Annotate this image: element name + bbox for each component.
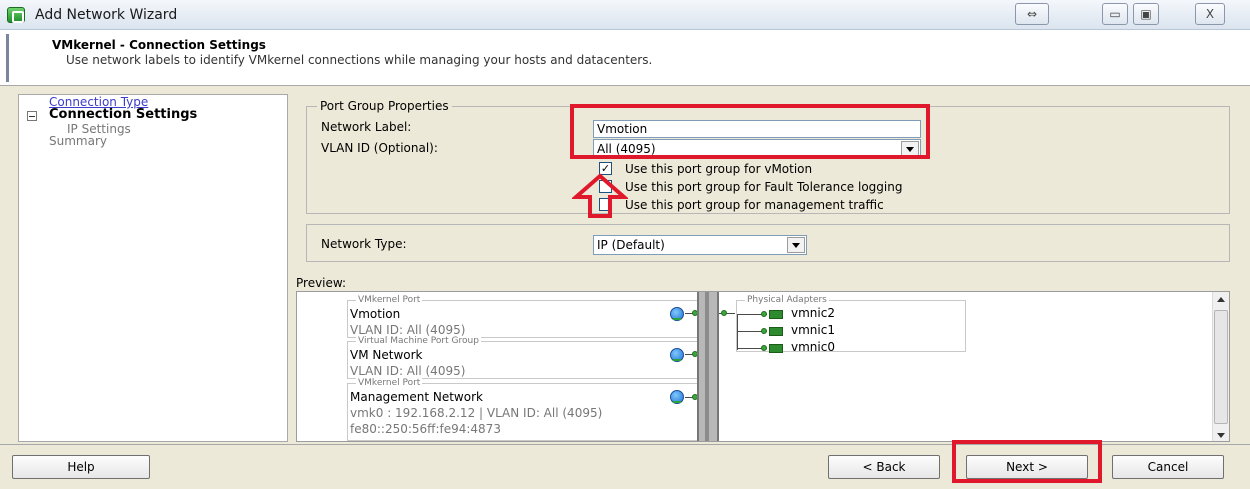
page-subtitle: Use network labels to identify VMkernel … <box>66 53 653 67</box>
management-traffic-checkbox-label: Use this port group for management traff… <box>625 198 884 212</box>
port-group-legend: Virtual Machine Port Group <box>356 336 481 346</box>
nic-label: vmnic1 <box>791 323 835 337</box>
nic-label: vmnic0 <box>791 340 835 354</box>
port-group-properties-legend: Port Group Properties <box>317 99 452 113</box>
port-group-legend: VMkernel Port <box>356 295 423 305</box>
port-group-vlan: VLAN ID: All (4095) <box>350 323 466 337</box>
nav-step-summary: Summary <box>49 134 107 148</box>
preview-scrollbar[interactable] <box>1212 292 1229 441</box>
network-globe-icon <box>670 348 684 362</box>
port-dot <box>761 328 767 334</box>
wizard-header: VMkernel - Connection Settings Use netwo… <box>0 30 1250 86</box>
wizard-app-icon <box>7 7 25 23</box>
wizard-steps-nav: Connection Type Connection Settings IP S… <box>18 94 288 442</box>
network-type-group: Network Type: IP (Default) <box>306 224 1230 262</box>
scroll-thumb[interactable] <box>1214 310 1228 424</box>
network-globe-icon <box>670 390 684 404</box>
swap-panes-button[interactable]: ⇔ <box>1015 3 1049 25</box>
port-dot <box>761 345 767 351</box>
annotation-highlight-box <box>570 104 930 159</box>
nic-icon <box>769 310 783 319</box>
port-group-vlan: VLAN ID: All (4095) <box>350 364 466 378</box>
minimize-button[interactable]: ▭ <box>1102 3 1128 25</box>
nic-icon <box>769 327 783 336</box>
nic-label: vmnic2 <box>791 306 835 320</box>
port-group-ip: vmk0 : 192.168.2.12 | VLAN ID: All (4095… <box>350 406 603 420</box>
preview-label: Preview: <box>296 276 347 290</box>
vlan-id-caption: VLAN ID (Optional): <box>321 141 438 155</box>
network-label-caption: Network Label: <box>321 120 412 134</box>
network-preview: VMkernel Port Vmotion VLAN ID: All (4095… <box>296 291 1230 442</box>
network-type-value: IP (Default) <box>597 238 665 252</box>
port-group-legend: VMkernel Port <box>356 378 423 388</box>
connector-line <box>737 314 738 350</box>
nav-step-connection-settings: Connection Settings <box>49 107 198 122</box>
port-group-ipv6: fe80::250:56ff:fe94:4873 <box>350 422 501 436</box>
title-bar: Add Network Wizard ⇔ ▭ ▣ X <box>0 0 1250 30</box>
port-group-vm-network: Virtual Machine Port Group VM Network VL… <box>347 336 699 379</box>
fault-tolerance-checkbox-label: Use this port group for Fault Tolerance … <box>625 180 903 194</box>
port-dot <box>721 310 727 316</box>
network-type-caption: Network Type: <box>321 237 407 251</box>
physical-adapters-group: Physical Adapters vmnic2 vmnic1 vmnic0 <box>736 295 966 354</box>
page-title: VMkernel - Connection Settings <box>52 38 266 52</box>
back-button[interactable]: < Back <box>828 455 940 479</box>
port-group-vmotion: VMkernel Port Vmotion VLAN ID: All (4095… <box>347 295 699 338</box>
scroll-up-icon[interactable] <box>1217 297 1225 302</box>
window-title: Add Network Wizard <box>35 7 178 23</box>
maximize-button[interactable]: ▣ <box>1133 3 1159 25</box>
port-dot <box>761 311 767 317</box>
port-group-management-network: VMkernel Port Management Network vmk0 : … <box>347 378 699 441</box>
network-type-dropdown[interactable]: IP (Default) <box>593 235 807 255</box>
port-group-name: Management Network <box>350 390 483 404</box>
chevron-down-icon[interactable] <box>787 237 805 253</box>
network-globe-icon <box>670 307 684 321</box>
scroll-down-icon[interactable] <box>1217 433 1225 438</box>
help-button[interactable]: Help <box>12 455 150 479</box>
nic-icon <box>769 344 783 353</box>
annotation-up-arrow-icon <box>572 173 628 218</box>
virtual-switch-bar <box>697 292 719 441</box>
collapse-icon[interactable] <box>27 111 37 121</box>
next-annotation-box <box>952 440 1102 483</box>
physical-adapters-legend: Physical Adapters <box>745 295 829 305</box>
header-accent-bar <box>6 34 9 82</box>
cancel-button[interactable]: Cancel <box>1112 455 1224 479</box>
close-button[interactable]: X <box>1195 3 1225 25</box>
port-group-name: VM Network <box>350 348 423 362</box>
port-group-name: Vmotion <box>350 307 401 321</box>
vmotion-checkbox-label: Use this port group for vMotion <box>625 162 813 176</box>
